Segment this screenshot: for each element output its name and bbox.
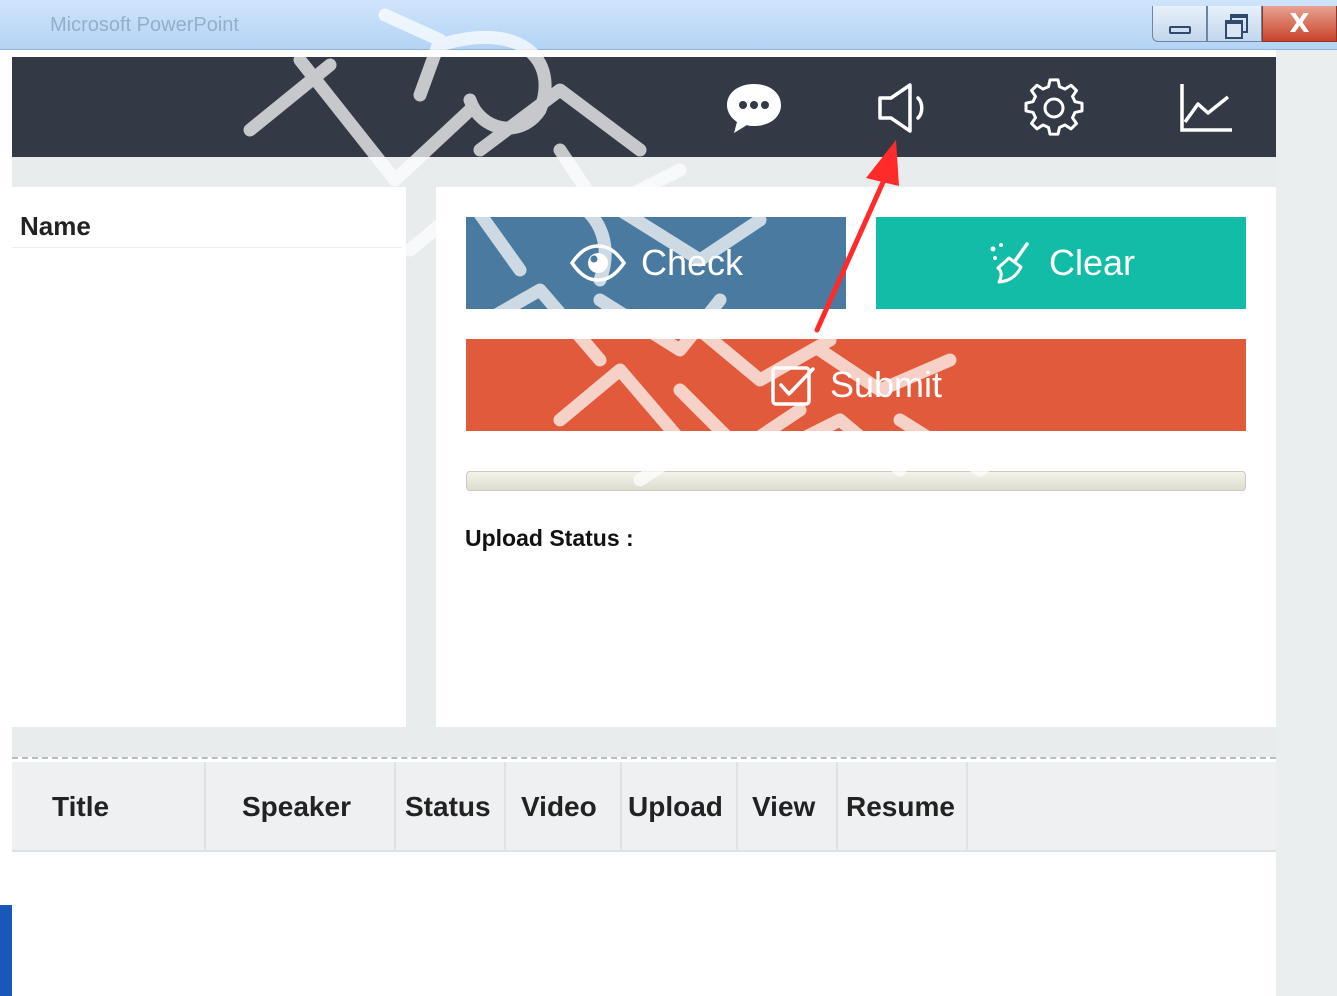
app-window: Microsoft PowerPoint X Name Check Clear … <box>0 0 1337 996</box>
table-header: Title Speaker Status Video Upload View R… <box>12 762 1276 852</box>
submit-button-label: Submit <box>829 364 943 405</box>
upload-status-label: Upload Status : <box>465 525 634 551</box>
broom-icon <box>990 242 1029 284</box>
right-gutter <box>1276 50 1337 996</box>
name-column-header: Name <box>20 211 91 241</box>
close-button[interactable]: X <box>1262 6 1337 42</box>
name-panel: Name <box>12 187 406 727</box>
chat-bubble-icon <box>727 84 781 133</box>
speaker-icon <box>878 83 924 133</box>
left-taskbar-edge <box>0 905 12 996</box>
gear-icon <box>1024 78 1084 136</box>
minimize-icon <box>1168 25 1191 34</box>
minimize-button[interactable] <box>1152 6 1207 42</box>
eye-icon <box>569 244 627 282</box>
chat-button[interactable] <box>721 75 787 141</box>
upload-progress-bar <box>466 471 1246 491</box>
settings-button[interactable] <box>1021 75 1087 141</box>
window-titlebar: Microsoft PowerPoint X <box>0 0 1337 50</box>
clear-button[interactable]: Clear <box>876 217 1246 309</box>
left-edge <box>0 50 12 996</box>
check-button-label: Check <box>640 242 744 283</box>
maximize-button[interactable] <box>1207 6 1262 42</box>
column-header-video[interactable]: Video <box>506 762 622 852</box>
checkbox-icon <box>771 366 815 406</box>
line-chart-icon <box>1180 84 1232 132</box>
stats-button[interactable] <box>1173 75 1239 141</box>
control-panel: Check Clear Submit Upload Status : <box>436 187 1276 727</box>
close-icon: X <box>1289 8 1310 39</box>
name-header-divider <box>12 247 402 248</box>
column-header-upload[interactable]: Upload <box>622 762 738 852</box>
app-toolbar <box>12 57 1276 157</box>
check-button[interactable]: Check <box>466 217 846 309</box>
table-body <box>12 852 1276 996</box>
column-header-view[interactable]: View <box>738 762 838 852</box>
submit-button[interactable]: Submit <box>466 339 1246 431</box>
window-title: Microsoft PowerPoint <box>50 14 239 36</box>
column-header-speaker[interactable]: Speaker <box>206 762 396 852</box>
audio-button[interactable] <box>871 75 937 141</box>
clear-button-label: Clear <box>1048 242 1136 283</box>
section-separator <box>12 757 1276 759</box>
column-header-resume[interactable]: Resume <box>838 762 968 852</box>
restore-icon <box>1224 13 1248 39</box>
column-header-title[interactable]: Title <box>12 762 206 852</box>
column-header-status[interactable]: Status <box>396 762 506 852</box>
